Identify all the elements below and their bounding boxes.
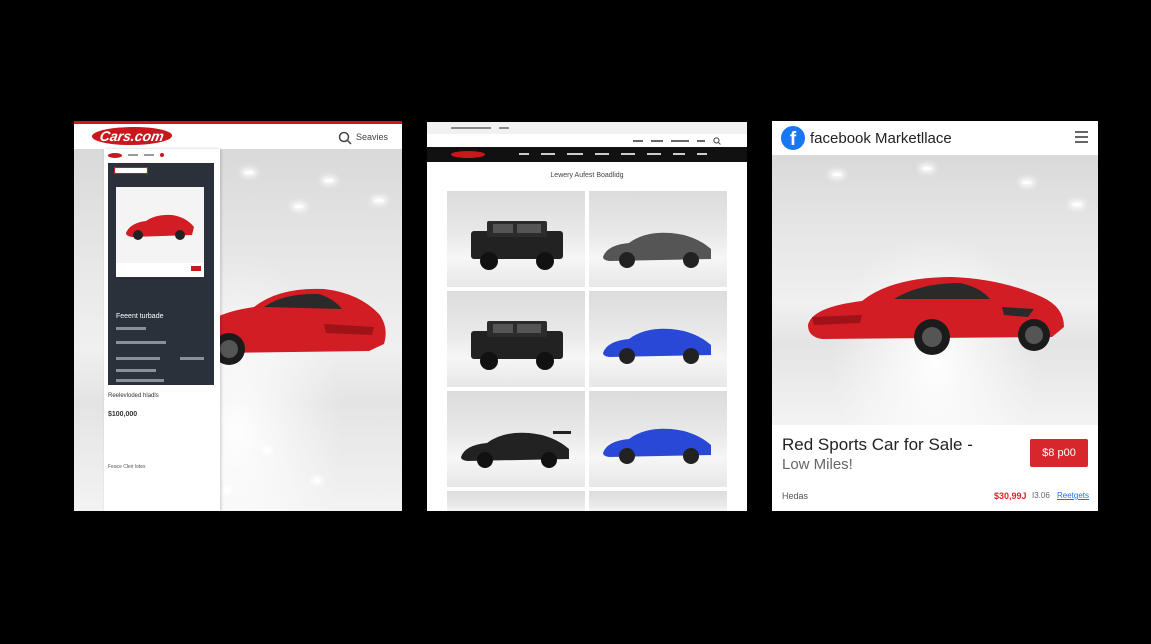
- listing-tile[interactable]: [447, 391, 585, 487]
- facebook-marketplace-panel: f facebook Marketllace Red Sports Car fo…: [772, 121, 1098, 511]
- black-coupe-image: [461, 431, 571, 468]
- menu-icon[interactable]: [1075, 131, 1088, 143]
- blue-coupe-image: [603, 328, 711, 364]
- listing-thumbnail[interactable]: [116, 187, 204, 277]
- gray-coupe-image: [603, 232, 711, 268]
- search-icon[interactable]: [713, 136, 721, 145]
- listing-tile[interactable]: [589, 391, 727, 487]
- listings-grid-panel: Lewery Aufest Boadlidg: [427, 122, 747, 511]
- blue-coupe-image: [603, 428, 711, 464]
- listing-title: Red Sports Car for Sale -: [782, 435, 973, 454]
- main-nav: [427, 147, 747, 162]
- black-suv-image: [471, 221, 563, 270]
- listing-hero-image[interactable]: [772, 155, 1098, 425]
- browser-bar: [427, 122, 747, 134]
- mobile-nav: [104, 149, 220, 161]
- details-link[interactable]: Reetgets: [1057, 491, 1089, 500]
- page-heading: Lewery Aufest Boadlidg: [550, 172, 624, 179]
- cars-com-logo[interactable]: Cars.com: [90, 127, 174, 146]
- mobile-listing-view: Feeent turbade Reelevloded hladls $100,0…: [104, 149, 220, 511]
- red-car-thumbnail-image: [126, 214, 194, 240]
- search-label[interactable]: Seavies: [356, 132, 388, 142]
- listing-tile[interactable]: [589, 291, 727, 387]
- extra-text: I3.06: [1032, 491, 1050, 500]
- featured-listing-card[interactable]: Feeent turbade: [108, 163, 214, 385]
- facebook-logo-icon[interactable]: f: [781, 126, 805, 150]
- listing-tile[interactable]: [447, 291, 585, 387]
- site-logo[interactable]: [451, 151, 485, 158]
- listing-tile[interactable]: [447, 191, 585, 287]
- secondary-price: $30,99J: [994, 491, 1027, 501]
- utility-bar: [427, 134, 747, 147]
- listing-location: Hedas: [782, 491, 809, 501]
- footer-text: Feace Cleir lotes: [108, 464, 146, 470]
- listing-price: $100,000: [108, 411, 138, 418]
- facebook-header: f facebook Marketllace: [772, 121, 1098, 155]
- search-icon[interactable]: [338, 131, 352, 145]
- price-button[interactable]: $8 p00: [1030, 439, 1088, 467]
- cars-com-header: Cars.com Seavies: [74, 121, 402, 149]
- marketplace-title: facebook Marketllace: [810, 130, 952, 147]
- listing-tag: [114, 167, 148, 174]
- black-suv-image: [471, 321, 563, 370]
- details-title: Reelevloded hladls: [108, 393, 159, 399]
- red-sports-car-image: [808, 277, 1064, 355]
- mini-logo: [108, 152, 122, 158]
- card-title: Feeent turbade: [116, 313, 164, 320]
- cars-com-panel: Cars.com Seavies Feeent turbade Reelevlo…: [74, 121, 402, 511]
- vehicle-grid: [447, 191, 727, 511]
- listing-details: Reelevloded hladls $100,000 Feace Cleir …: [108, 393, 218, 470]
- thumbnail-action-button[interactable]: [191, 266, 201, 271]
- listing-tile[interactable]: [589, 191, 727, 287]
- listing-tile[interactable]: [589, 491, 727, 511]
- listing-subtitle: Low Miles!: [782, 456, 853, 473]
- listing-info: Red Sports Car for Sale - Low Miles! $8 …: [772, 425, 1098, 511]
- listing-tile[interactable]: [447, 491, 585, 511]
